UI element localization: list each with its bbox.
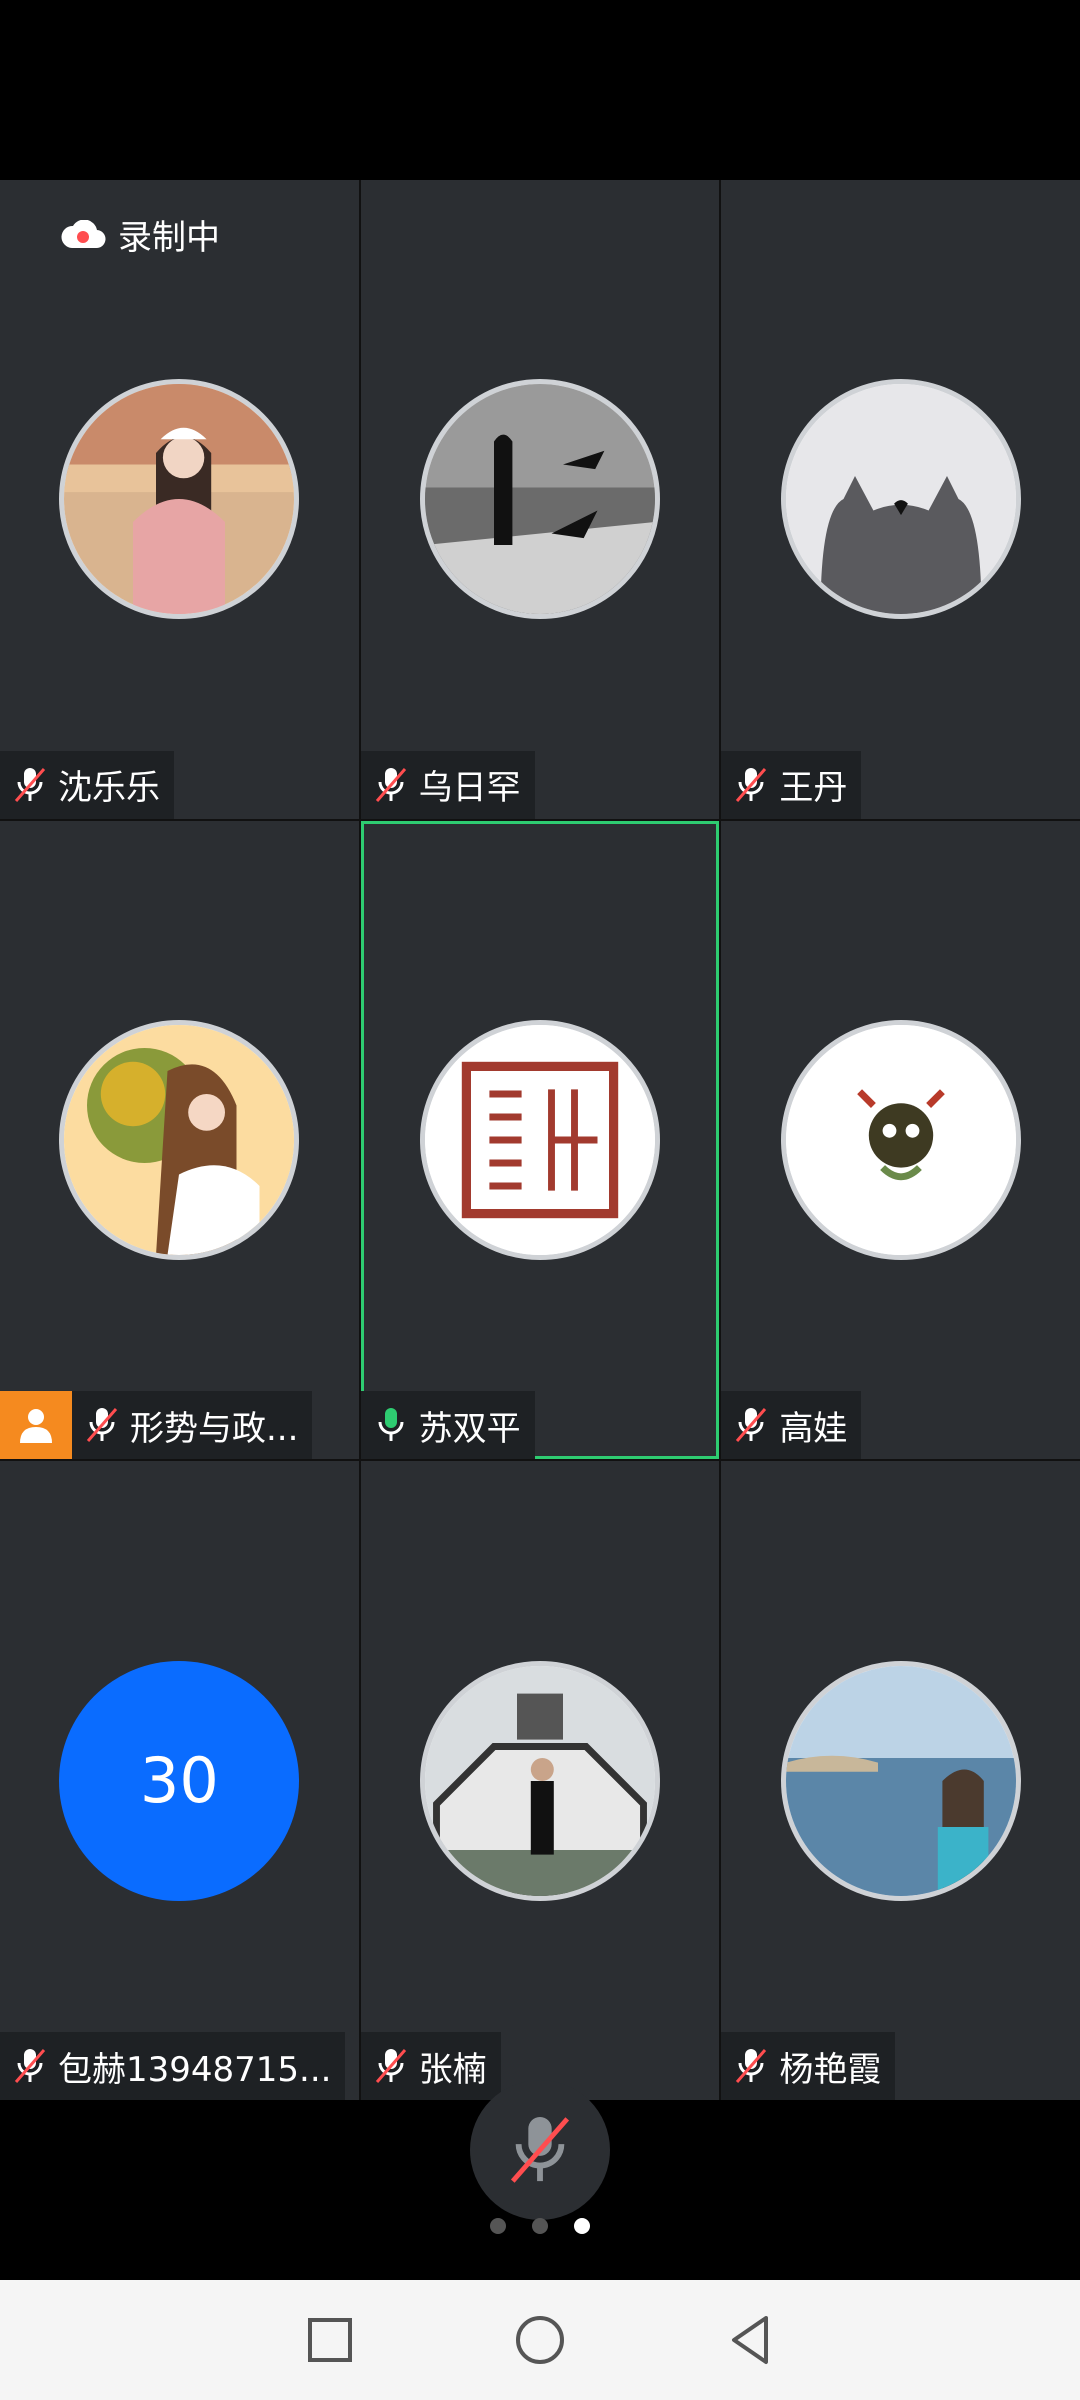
participant-tile[interactable]: 高娃 [721,820,1080,1460]
recording-label: 录制中 [118,218,220,258]
participant-name-bar: 王丹 [721,750,862,819]
mic-muted-icon [510,2116,570,2183]
participant-name-bar: 包赫13948715... [0,2032,346,2100]
video-grid: 录制中 沈乐乐 乌日罕 王丹 形势与政... 苏双平 高娃 30 包赫13948… [0,180,1080,2100]
participant-tile[interactable]: 张楠 [360,1461,720,2100]
participant-name-bar: 苏双平 [360,1391,535,1460]
participant-tile[interactable]: 杨艳霞 [721,1461,1080,2100]
page-dot-current[interactable] [574,2218,590,2234]
mic-muted-icon [736,1408,767,1443]
participant-name: 张楠 [418,2049,487,2090]
participant-name: 形势与政... [130,1408,299,1449]
participant-name: 苏双平 [418,1408,521,1449]
mic-muted-icon [375,2049,406,2083]
mic-muted-icon [86,1408,118,1443]
participant-tile[interactable]: 30 包赫13948715... [0,1461,359,2100]
participant-tile-active[interactable]: 苏双平 [360,820,720,1460]
avatar [59,1019,300,1260]
participant-name-bar: 杨艳霞 [721,2032,896,2100]
participant-tile[interactable]: 乌日罕 [360,180,720,819]
page-dot[interactable] [532,2218,548,2234]
avatar [59,379,300,620]
participant-name: 杨艳霞 [779,2049,882,2090]
participant-tile[interactable]: 录制中 沈乐乐 [0,180,359,819]
mic-muted-icon [14,767,46,802]
mic-muted-icon [736,767,767,802]
square-icon [308,2318,352,2362]
host-badge [0,1391,72,1460]
host-person-icon [20,1409,52,1444]
mic-muted-icon [375,767,406,802]
participant-name-bar: 沈乐乐 [0,750,174,819]
avatar [780,1660,1021,1901]
participant-name-bar: 张楠 [360,2032,501,2100]
avatar-initials: 30 [59,1660,300,1901]
participant-name-bar: 形势与政... [72,1391,313,1460]
participant-name: 王丹 [779,768,848,809]
participant-tile[interactable]: 王丹 [721,180,1080,819]
back-button[interactable] [720,2310,780,2370]
avatar [419,379,660,620]
recording-indicator[interactable]: 录制中 [60,210,220,259]
avatar [780,379,1021,620]
avatar [419,1660,660,1901]
mic-muted-icon [736,2049,767,2083]
cloud-recording-icon [61,219,106,248]
toggle-mic-button[interactable] [470,2080,610,2220]
participant-name-bar: 乌日罕 [360,750,535,819]
back-triangle-icon [732,2316,768,2364]
circle-icon [516,2316,564,2364]
avatar [780,1019,1021,1260]
home-button[interactable] [510,2310,570,2370]
recents-button[interactable] [300,2310,360,2370]
mic-muted-icon [14,2049,46,2083]
participant-name: 乌日罕 [418,768,521,809]
participant-name: 高娃 [779,1408,848,1449]
page-indicator [0,2218,1080,2234]
participant-name: 沈乐乐 [58,768,160,809]
system-nav-bar [0,2280,1080,2400]
mic-active-icon [378,1408,404,1442]
participant-name-bar: 高娃 [721,1391,862,1460]
avatar [419,1019,660,1260]
participant-tile[interactable]: 形势与政... [0,820,359,1460]
participant-name: 包赫13948715... [58,2049,332,2090]
page-dot[interactable] [490,2218,506,2234]
